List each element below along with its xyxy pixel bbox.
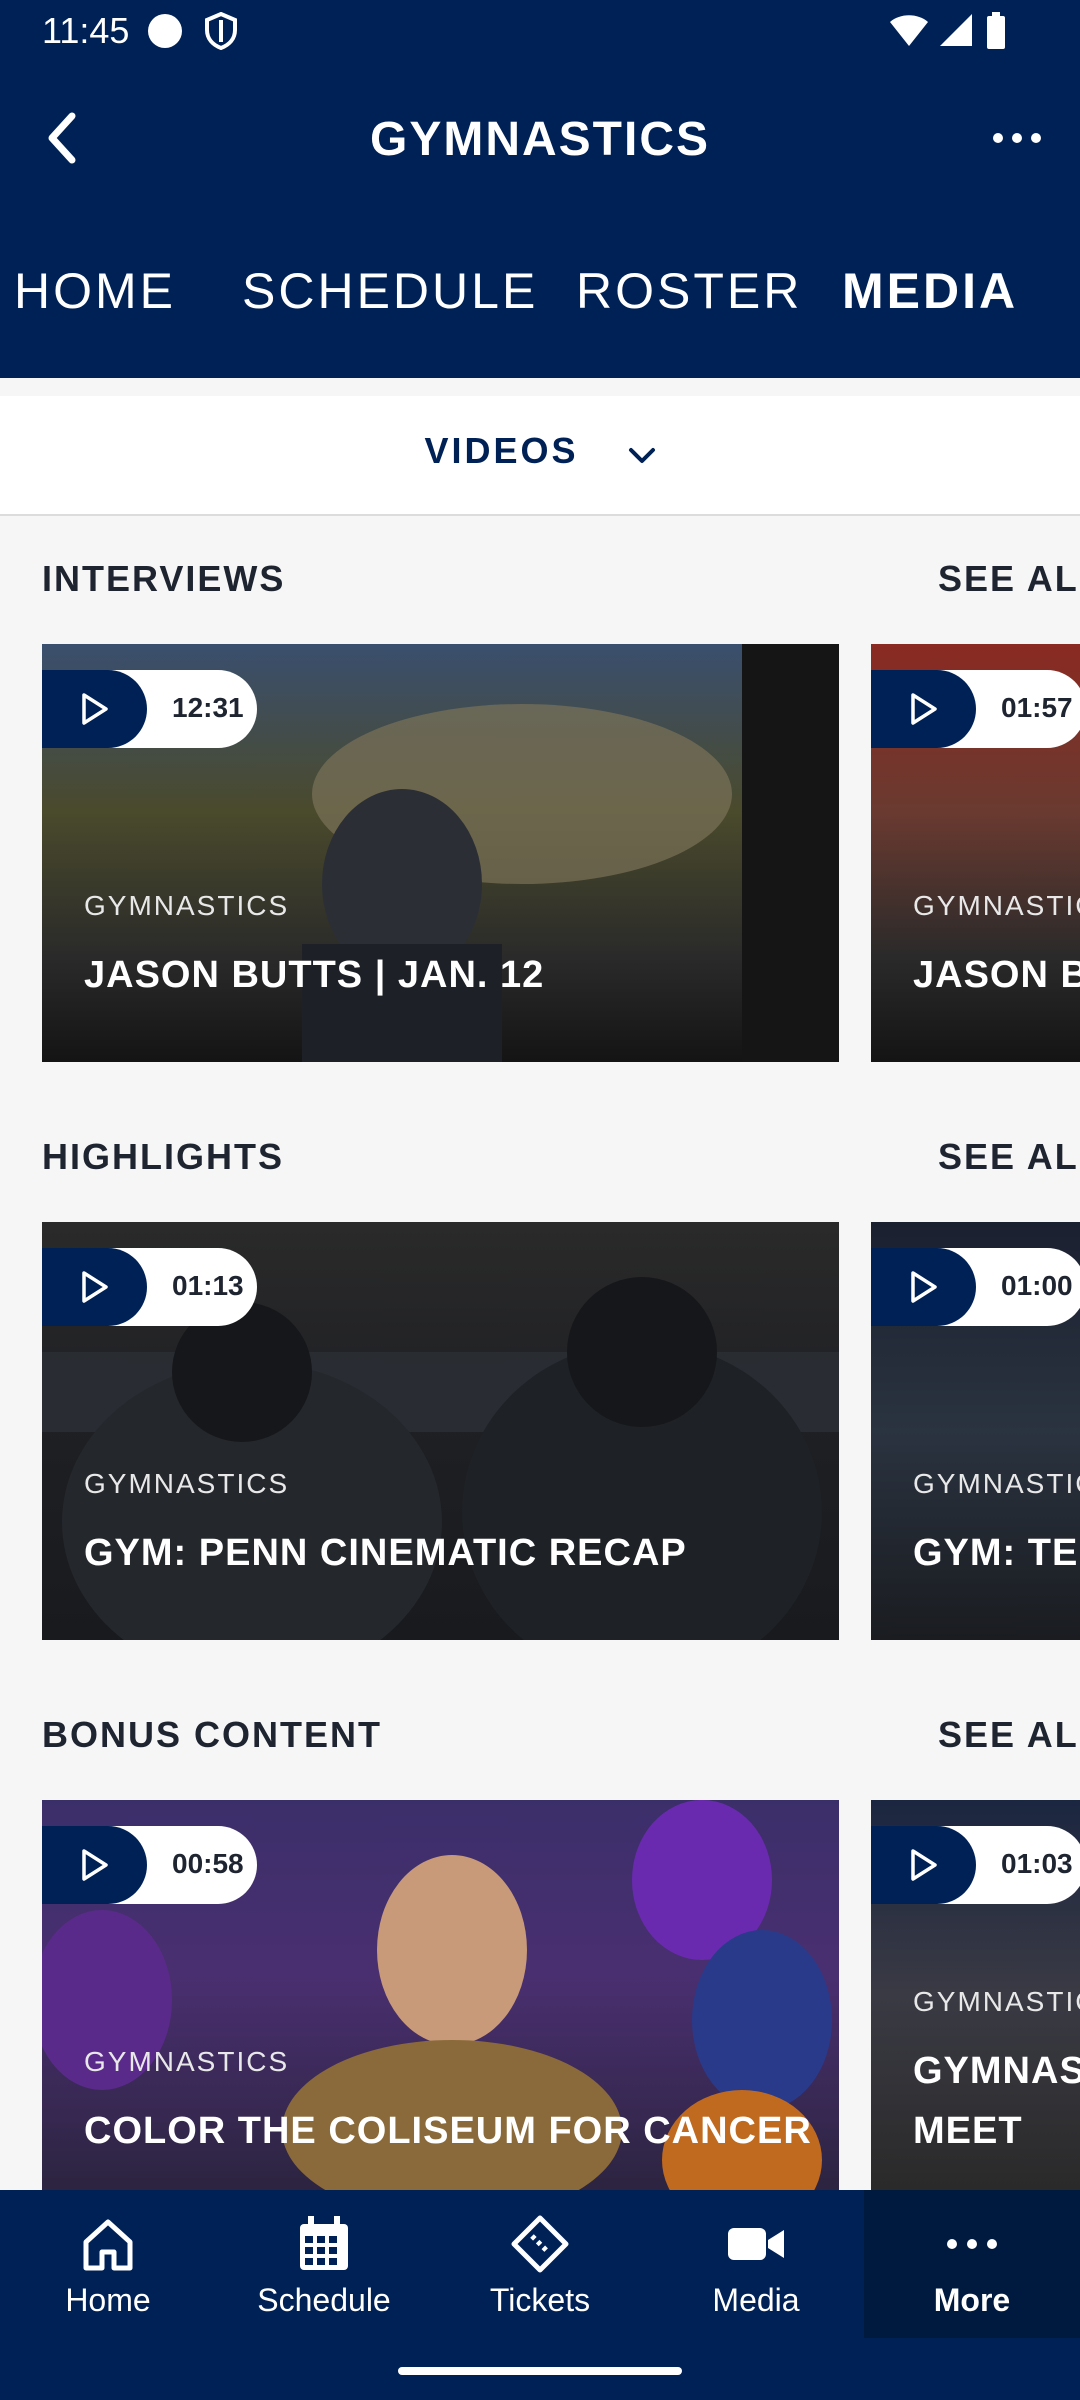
- nav-tickets-label: Tickets: [489, 2282, 591, 2318]
- video-duration: 01:03: [1001, 1848, 1073, 1879]
- see-all-bonus-content-link[interactable]: SEE ALL: [938, 1714, 1080, 1756]
- video-category: GYMNASTICS: [84, 2046, 290, 2077]
- video-duration: 01:13: [172, 1270, 244, 1301]
- status-time: 11:45: [42, 10, 130, 51]
- overflow-menu-icon[interactable]: [990, 118, 1046, 158]
- section-title-bonus-content: BONUS CONTENT: [42, 1714, 382, 1755]
- home-gesture-handle[interactable]: [398, 2367, 682, 2375]
- see-all-highlights-link[interactable]: SEE ALL: [938, 1136, 1080, 1178]
- tab-media[interactable]: MEDIA: [842, 262, 1018, 320]
- duration-pill: 01:13: [42, 1248, 257, 1326]
- video-card[interactable]: 01:03 GYMNASTICS GYMNAS MEET: [871, 1800, 1080, 2190]
- video-category: GYMNASTICS: [913, 890, 1080, 921]
- nav-tickets[interactable]: Tickets: [432, 2190, 648, 2338]
- video-duration: 01:00: [1001, 1270, 1073, 1301]
- play-icon[interactable]: [42, 1826, 147, 1904]
- wifi-icon: [888, 12, 930, 53]
- video-category: GYMNASTICS: [84, 890, 290, 921]
- app-header: 11:45 GYMNASTICS HOME SCHEDULE ROSTER ME…: [0, 0, 1080, 378]
- play-icon[interactable]: [42, 670, 147, 748]
- media-type-bar: VIDEOS: [0, 396, 1080, 516]
- video-title: GYM: PENN CINEMATIC RECAP: [84, 1532, 687, 1574]
- notification-dot-icon: [146, 12, 184, 55]
- duration-pill: 00:58: [42, 1826, 257, 1904]
- see-all-interviews-link[interactable]: SEE ALL: [938, 558, 1080, 600]
- section-title-highlights: HIGHLIGHTS: [42, 1136, 284, 1177]
- video-card[interactable]: 01:57 GYMNASTICS JASON B: [871, 644, 1080, 1062]
- play-icon[interactable]: [871, 670, 976, 748]
- video-duration: 01:57: [1001, 692, 1073, 723]
- battery-icon: [986, 12, 1006, 55]
- signal-icon: [938, 12, 974, 53]
- calendar-icon: [294, 2214, 354, 2274]
- tab-roster[interactable]: ROSTER: [576, 262, 802, 320]
- nav-home[interactable]: Home: [0, 2190, 216, 2338]
- video-icon: [726, 2214, 786, 2274]
- media-type-dropdown[interactable]: VIDEOS: [0, 430, 1080, 474]
- video-card[interactable]: 00:58 GYMNASTICS COLOR THE COLISEUM FOR …: [42, 1800, 839, 2190]
- play-icon[interactable]: [42, 1248, 147, 1326]
- video-title: GYMNAS: [913, 2050, 1080, 2092]
- section-title-interviews: INTERVIEWS: [42, 558, 286, 599]
- tab-home[interactable]: HOME: [14, 262, 176, 320]
- video-title: JASON BUTTS | JAN. 12: [84, 954, 545, 996]
- status-bar: 11:45: [0, 0, 1080, 62]
- video-title: JASON B: [913, 954, 1080, 996]
- nav-more-label: More: [933, 2282, 1011, 2318]
- video-title: COLOR THE COLISEUM FOR CANCER: [84, 2110, 812, 2152]
- play-icon[interactable]: [871, 1826, 976, 1904]
- nav-media-label: Media: [712, 2282, 800, 2318]
- tab-schedule[interactable]: SCHEDULE: [242, 262, 538, 320]
- more-icon: [942, 2214, 1002, 2274]
- duration-pill: 01:00: [871, 1248, 1080, 1326]
- shield-icon: [204, 11, 238, 55]
- video-category: GYMNASTICS: [84, 1468, 290, 1499]
- video-title: GYM: TEI: [913, 1532, 1080, 1574]
- home-icon: [78, 2214, 138, 2274]
- video-card[interactable]: 01:00 GYMNASTICS GYM: TEI: [871, 1222, 1080, 1640]
- section-tabs: HOME SCHEDULE ROSTER MEDIA: [0, 262, 1080, 332]
- play-icon[interactable]: [871, 1248, 976, 1326]
- page-title: GYMNASTICS: [369, 113, 710, 166]
- nav-home-label: Home: [65, 2282, 151, 2318]
- video-category: GYMNASTICS: [913, 1468, 1080, 1499]
- video-category: GYMNASTICS: [913, 1986, 1080, 2017]
- video-card[interactable]: 01:13 GYMNASTICS GYM: PENN CINEMATIC REC…: [42, 1222, 839, 1640]
- duration-pill: 01:57: [871, 670, 1080, 748]
- nav-schedule[interactable]: Schedule: [216, 2190, 432, 2338]
- nav-schedule-label: Schedule: [257, 2282, 391, 2318]
- video-card[interactable]: 12:31 GYMNASTICS JASON BUTTS | JAN. 12: [42, 644, 839, 1062]
- duration-pill: 01:03: [871, 1826, 1080, 1904]
- duration-pill: 12:31: [42, 670, 257, 748]
- bottom-navigation: Home Schedule Tickets Media More: [0, 2190, 1080, 2338]
- chevron-down-icon: [628, 432, 656, 474]
- media-type-label: VIDEOS: [424, 430, 579, 471]
- nav-more[interactable]: More: [864, 2190, 1080, 2338]
- video-duration: 12:31: [172, 692, 244, 723]
- video-title-line2: MEET: [913, 2110, 1023, 2152]
- video-duration: 00:58: [172, 1848, 244, 1879]
- nav-media[interactable]: Media: [648, 2190, 864, 2338]
- ticket-icon: [510, 2214, 570, 2274]
